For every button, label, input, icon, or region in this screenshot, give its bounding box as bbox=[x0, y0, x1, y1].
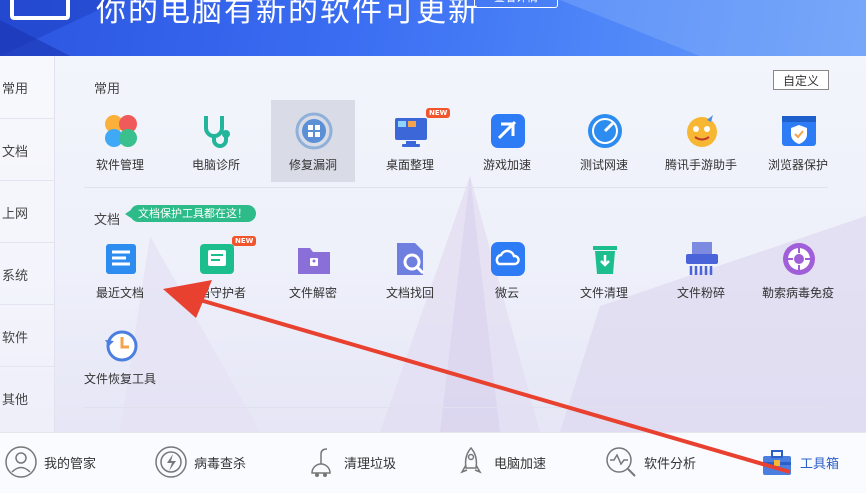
clover-icon bbox=[105, 115, 137, 147]
section-divider bbox=[84, 187, 828, 188]
doc-search-icon bbox=[397, 243, 425, 275]
stethoscope-icon bbox=[204, 116, 230, 148]
mascot-icon bbox=[687, 115, 717, 147]
customize-button[interactable]: 自定义 bbox=[773, 70, 829, 90]
sidebar-item-label: 系统 bbox=[2, 269, 29, 284]
doc-guardian-icon bbox=[200, 244, 234, 274]
tool-file-recovery[interactable]: 文件恢复工具 bbox=[78, 314, 162, 396]
tool-mobile-game-assistant[interactable]: 腾讯手游助手 bbox=[659, 100, 743, 182]
sidebar-item-label: 软件 bbox=[2, 331, 29, 346]
nav-label: 清理垃圾 bbox=[344, 457, 397, 472]
docs-tip-bubble: 文档保护工具都在这！ bbox=[125, 205, 256, 222]
tool-label: 文件粉碎 bbox=[676, 286, 725, 300]
nav-label: 电脑加速 bbox=[494, 457, 547, 472]
locked-folder-icon bbox=[298, 248, 330, 274]
nav-speed-up[interactable]: 电脑加速 bbox=[454, 443, 564, 481]
rocket-icon bbox=[460, 446, 482, 474]
tool-file-shredder[interactable]: 文件粉碎 bbox=[659, 228, 743, 310]
tool-label: 桌面整理 bbox=[385, 158, 434, 172]
tool-label: 文档找回 bbox=[385, 286, 434, 300]
tool-desktop-organizer[interactable]: NEW 桌面整理 bbox=[368, 100, 452, 182]
bottom-nav: 我的管家 病毒查杀 清理垃圾 电脑加速 软件分析 工具箱 bbox=[0, 432, 866, 493]
section-divider bbox=[84, 407, 828, 408]
avatar-icon bbox=[5, 446, 37, 478]
tool-label: 软件管理 bbox=[95, 158, 144, 172]
tool-pc-clinic[interactable]: 电脑诊所 bbox=[174, 100, 258, 182]
sidebar-item-label: 常用 bbox=[2, 82, 29, 97]
tool-label: 文件恢复工具 bbox=[83, 372, 156, 386]
nav-software-analysis[interactable]: 软件分析 bbox=[604, 443, 714, 481]
sidebar-item-label: 文档 bbox=[2, 145, 29, 160]
nav-toolbox[interactable]: 工具箱 bbox=[760, 443, 860, 481]
tool-file-decrypt[interactable]: 文件解密 bbox=[271, 228, 355, 310]
category-sidebar: 常用 文档 上网 系统 软件 其他 bbox=[0, 56, 55, 432]
new-badge: NEW bbox=[232, 236, 257, 246]
clock-restore-icon bbox=[105, 330, 138, 362]
game-boost-icon bbox=[491, 114, 525, 148]
vacuum-icon bbox=[311, 448, 331, 477]
section-title-common: 常用 bbox=[94, 82, 121, 97]
cloud-icon bbox=[491, 242, 525, 276]
tool-recent-documents[interactable]: 最近文档 bbox=[78, 228, 162, 310]
tool-label: 测试网速 bbox=[579, 158, 628, 172]
tool-label: 勒索病毒免疫 bbox=[761, 286, 834, 300]
tool-label: 修复漏洞 bbox=[288, 158, 337, 172]
shredder-icon bbox=[686, 242, 718, 275]
tool-label: 腾讯手游助手 bbox=[664, 158, 737, 172]
tool-speed-test[interactable]: 测试网速 bbox=[562, 100, 646, 182]
update-icon bbox=[10, 0, 70, 20]
windows-repair-icon bbox=[295, 112, 333, 150]
banner-title: 你的电脑有新的软件可更新 bbox=[96, 0, 480, 29]
tool-label: 最近文档 bbox=[95, 286, 144, 300]
sidebar-item-internet[interactable]: 上网 bbox=[0, 180, 54, 242]
tool-label: 浏览器保护 bbox=[767, 158, 828, 172]
section-title-docs: 文档 bbox=[94, 213, 121, 228]
sidebar-item-other[interactable]: 其他 bbox=[0, 366, 54, 428]
sidebar-item-docs[interactable]: 文档 bbox=[0, 118, 54, 180]
tool-game-boost[interactable]: 游戏加速 bbox=[465, 100, 549, 182]
view-details-button[interactable]: 查看详情 bbox=[474, 0, 558, 8]
tool-doc-guardian[interactable]: NEW 文档守护者 bbox=[174, 228, 258, 310]
nav-my-manager[interactable]: 我的管家 bbox=[4, 443, 114, 481]
sidebar-item-common[interactable]: 常用 bbox=[0, 56, 54, 118]
magnifier-pulse-icon bbox=[606, 447, 636, 477]
sidebar-item-label: 其他 bbox=[2, 393, 29, 408]
update-banner: 你的电脑有新的软件可更新 查看详情 bbox=[0, 0, 866, 56]
monitor-icon bbox=[395, 118, 427, 147]
sidebar-item-software[interactable]: 软件 bbox=[0, 304, 54, 366]
tool-label: 文件解密 bbox=[288, 286, 337, 300]
recent-docs-icon bbox=[106, 244, 136, 274]
toolbox-icon bbox=[763, 450, 791, 475]
toolbox-content: 常用 文档 上网 系统 软件 其他 常用 自定义 软件管理 电脑诊所 修复漏洞 bbox=[0, 56, 866, 432]
tool-label: 电脑诊所 bbox=[191, 158, 240, 172]
sidebar-item-label: 上网 bbox=[2, 207, 29, 222]
nav-label: 软件分析 bbox=[644, 457, 697, 472]
nav-label: 工具箱 bbox=[800, 457, 840, 472]
tool-fix-vulnerability[interactable]: 修复漏洞 bbox=[271, 100, 355, 182]
nav-label: 病毒查杀 bbox=[194, 457, 247, 472]
lightning-shield-icon bbox=[155, 446, 187, 478]
tool-weiyun[interactable]: 微云 bbox=[465, 228, 549, 310]
tool-label: 游戏加速 bbox=[482, 158, 531, 172]
tool-label: 文件清理 bbox=[579, 286, 628, 300]
speedometer-icon bbox=[588, 114, 622, 148]
virus-shield-icon bbox=[783, 243, 815, 275]
sidebar-item-system[interactable]: 系统 bbox=[0, 242, 54, 304]
tool-label: 文档守护者 bbox=[185, 286, 246, 300]
tool-software-manager[interactable]: 软件管理 bbox=[78, 100, 162, 182]
new-badge: NEW bbox=[426, 108, 451, 118]
tool-file-cleanup[interactable]: 文件清理 bbox=[562, 228, 646, 310]
trash-icon bbox=[593, 246, 617, 274]
nav-virus-scan[interactable]: 病毒查杀 bbox=[154, 443, 264, 481]
browser-shield-icon bbox=[782, 116, 816, 146]
tool-browser-protection[interactable]: 浏览器保护 bbox=[756, 100, 840, 182]
tool-doc-recovery[interactable]: 文档找回 bbox=[368, 228, 452, 310]
nav-clean-junk[interactable]: 清理垃圾 bbox=[304, 443, 414, 481]
tool-ransomware-immunity[interactable]: 勒索病毒免疫 bbox=[756, 228, 840, 310]
nav-label: 我的管家 bbox=[44, 457, 97, 472]
tool-label: 微云 bbox=[494, 286, 519, 300]
